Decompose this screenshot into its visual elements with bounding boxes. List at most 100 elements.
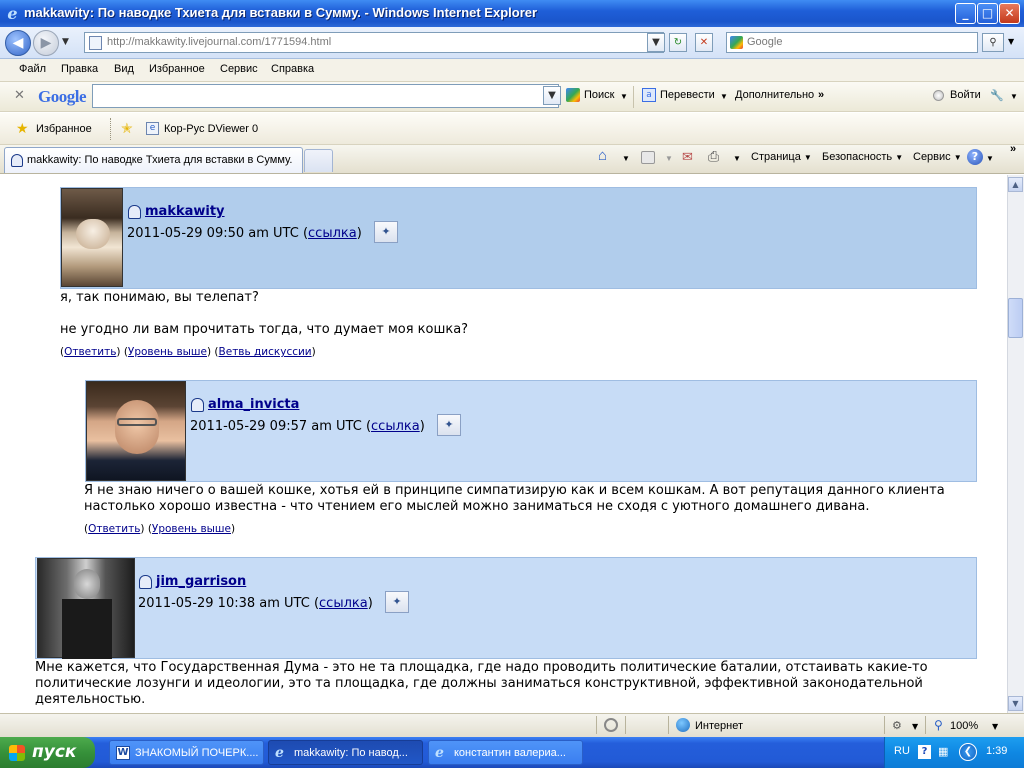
feeds-icon[interactable] [641,151,655,164]
pin-icon[interactable]: ✦ [374,221,398,243]
translate-dropdown-icon[interactable]: ▼ [720,92,728,101]
stop-button[interactable]: ✕ [695,33,713,52]
more-chevron-icon[interactable]: » [818,89,824,101]
vertical-scrollbar[interactable] [1007,175,1024,713]
username-jim-garrison[interactable]: jim_garrison [156,574,246,589]
scroll-down-button[interactable]: ▼ [1008,696,1023,711]
comment-permalink[interactable]: ссылка [371,419,420,434]
command-chevron-icon[interactable]: » [1010,143,1016,155]
google-search-input[interactable] [92,84,559,108]
parent-link[interactable]: Уровень выше [152,523,231,535]
taskbar-item-word[interactable]: W ЗНАКОМЫЙ ПОЧЕРК.... [109,740,264,765]
username-makkawity[interactable]: makkawity [145,204,225,219]
menu-favorites[interactable]: Избранное [149,63,205,75]
back-button[interactable]: ◀ [5,30,31,56]
translate-button[interactable]: Перевести [660,89,715,101]
search-input[interactable]: Google [726,32,978,53]
forward-button[interactable]: ▶ [33,30,59,56]
feeds-dropdown-icon[interactable]: ▼ [665,154,673,163]
search-options-icon[interactable]: ▼ [1008,37,1014,46]
menu-edit[interactable]: Правка [61,63,98,75]
protected-mode-icon[interactable]: ⚙ [892,719,902,732]
menu-view[interactable]: Вид [114,63,134,75]
home-icon[interactable]: ⌂ [598,147,607,164]
comment-text: деятельностью. [35,692,146,707]
pin-icon[interactable]: ✦ [385,591,409,613]
settings-dropdown-icon[interactable]: ▼ [1010,92,1018,101]
comment-meta: 2011-05-29 09:57 am UTC (ссылка) [190,419,425,434]
signin-button[interactable]: Войти [950,89,981,101]
show-hidden-icons-icon[interactable]: ❮ [959,743,977,761]
minimize-button[interactable]: _ [955,3,976,24]
globe-icon [676,718,690,732]
language-indicator[interactable]: RU [894,745,910,757]
ie-icon: e [435,745,444,761]
scroll-thumb[interactable] [1008,298,1023,338]
close-button[interactable]: ✕ [999,3,1020,24]
refresh-button[interactable]: ↻ [669,33,687,52]
tab-title: makkawity: По наводке Тхиета для вставки… [27,154,293,166]
zoom-level[interactable]: 100% [950,720,978,732]
comment-date: 2011-05-29 10:38 am UTC [138,596,310,611]
privacy-icon[interactable] [604,718,618,732]
username-alma-invicta[interactable]: alma_invicta [208,397,299,412]
tools-menu-label: Сервис [913,151,951,163]
help-icon[interactable]: ? [967,149,983,165]
windows-logo-icon [9,745,25,761]
history-dropdown-icon[interactable]: ▼ [62,37,69,47]
scroll-up-button[interactable]: ▲ [1008,177,1023,192]
comment-date: 2011-05-29 09:57 am UTC [190,419,362,434]
reply-link[interactable]: Ответить [64,346,116,358]
page-menu[interactable]: Страница ▼ [751,151,812,163]
menu-file[interactable]: Файл [19,63,46,75]
pin-icon[interactable]: ✦ [437,414,461,436]
taskbar-item-ie-konstantin[interactable]: e константин валериа... [428,740,583,765]
search-button[interactable]: ⚲ [982,33,1004,52]
parent-link[interactable]: Уровень выше [128,346,207,358]
maximize-button[interactable]: □ [977,3,998,24]
tools-menu[interactable]: Сервис ▼ [913,151,962,163]
toolbar-separator [633,86,634,108]
home-dropdown-icon[interactable]: ▼ [622,154,630,163]
reply-link[interactable]: Ответить [88,523,140,535]
print-dropdown-icon[interactable]: ▼ [733,154,741,163]
page-icon [89,36,102,50]
tab-makkawity[interactable]: makkawity: По наводке Тхиета для вставки… [4,147,303,173]
avatar-makkawity [61,188,123,287]
address-input[interactable]: http://makkawity.livejournal.com/1771594… [84,32,664,53]
google-search-dropdown-icon[interactable]: ▼ [543,86,561,105]
help-tray-icon[interactable]: ? [918,745,931,759]
address-dropdown-icon[interactable]: ▼ [647,33,665,52]
google-search-button[interactable]: Поиск [584,89,614,101]
title-bar[interactable]: e makkawity: По наводке Тхиета для встав… [0,0,1024,27]
start-button[interactable]: пуск [0,737,95,768]
protected-mode-dropdown-icon[interactable]: ▼ [912,722,918,731]
tray-network-icon[interactable]: ▦ [938,745,948,758]
menu-help[interactable]: Справка [271,63,314,75]
signin-icon [933,90,944,101]
zoom-dropdown-icon[interactable]: ▼ [992,722,998,731]
favorites-button[interactable]: Избранное [36,123,92,135]
help-dropdown-icon[interactable]: ▼ [986,154,994,163]
status-separator [596,716,597,734]
close-toolbar-icon[interactable]: ✕ [14,88,25,103]
favorite-link-dviewer[interactable]: Кор-Рус DViewer 0 [164,123,258,135]
thread-link[interactable]: Ветвь дискуссии [219,346,312,358]
print-icon[interactable]: ⎙ [708,148,719,165]
user-icon [191,398,204,412]
comment-text: Я не знаю ничего о вашей кошке, хотья ей… [84,483,945,498]
comment-text: не угодно ли вам прочитать тогда, что ду… [60,322,469,337]
taskbar-item-ie-makkawity[interactable]: e makkawity: По навод... [268,740,423,765]
zoom-icon[interactable]: ⚲ [934,718,943,732]
safety-menu[interactable]: Безопасность ▼ [822,151,903,163]
google-logo: Google [38,87,87,106]
more-button[interactable]: Дополнительно [735,89,814,101]
wrench-icon[interactable]: 🔧 [990,89,1004,102]
add-favorite-icon[interactable]: ✭ [121,120,133,137]
new-tab-button[interactable] [304,149,333,172]
mail-icon[interactable]: ✉ [682,149,693,165]
menu-tools[interactable]: Сервис [220,63,258,75]
comment-permalink[interactable]: ссылка [319,596,368,611]
comment-permalink[interactable]: ссылка [308,226,357,241]
search-dropdown-icon[interactable]: ▼ [620,92,628,101]
